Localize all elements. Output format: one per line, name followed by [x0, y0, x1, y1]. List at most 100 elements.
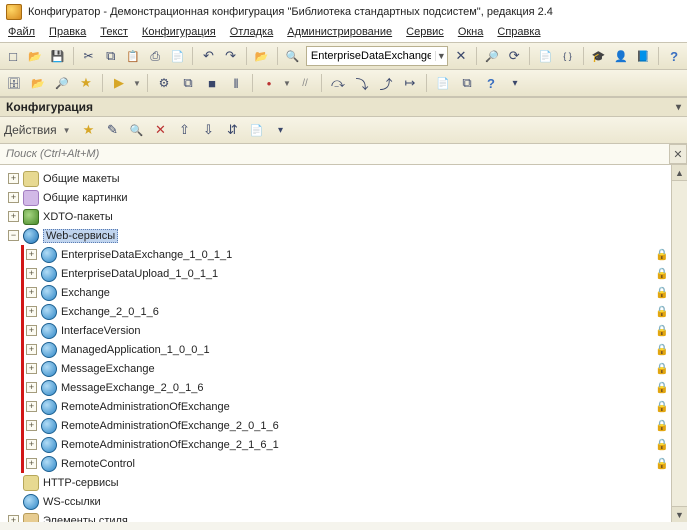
expand-icon[interactable]: +	[26, 458, 37, 469]
eval-button[interactable]	[481, 73, 501, 93]
add-button[interactable]	[79, 120, 99, 140]
goto-button[interactable]	[253, 46, 271, 66]
expand-icon[interactable]: +	[8, 192, 19, 203]
expand-icon[interactable]: +	[26, 439, 37, 450]
open-button[interactable]	[26, 46, 44, 66]
replace-button[interactable]	[505, 46, 523, 66]
tree-node[interactable]: +Общие макеты	[2, 169, 685, 188]
menu-config[interactable]: Конфигурация	[142, 26, 216, 38]
tree-node[interactable]: +MessageExchange🔒	[2, 359, 685, 378]
find-in-config-button[interactable]	[52, 73, 72, 93]
find-button[interactable]	[483, 46, 501, 66]
syntax-button[interactable]	[558, 46, 576, 66]
user-button[interactable]	[612, 46, 630, 66]
menu-debug[interactable]: Отладка	[230, 26, 273, 38]
expand-icon[interactable]: +	[26, 420, 37, 431]
print-button[interactable]	[146, 46, 164, 66]
search-dropdown-icon[interactable]: ▼	[435, 51, 447, 61]
move-down-button[interactable]	[199, 120, 219, 140]
tree-node[interactable]: +RemoteAdministrationOfExchange_2_0_1_6🔒	[2, 416, 685, 435]
menu-text[interactable]: Текст	[100, 26, 128, 38]
collapse-icon[interactable]: −	[8, 230, 19, 241]
close-icon[interactable]: ✕	[669, 144, 687, 164]
redo-button[interactable]	[222, 46, 240, 66]
menu-help[interactable]: Справка	[497, 26, 540, 38]
tree-node[interactable]: +EnterpriseDataExchange_1_0_1_1🔒	[2, 245, 685, 264]
watch-button[interactable]	[457, 73, 477, 93]
edit-button[interactable]	[103, 120, 123, 140]
compare-button[interactable]	[168, 46, 186, 66]
subsystems-button[interactable]	[247, 120, 267, 140]
stop-button[interactable]	[202, 73, 222, 93]
scroll-down-icon[interactable]: ▼	[672, 506, 687, 522]
debug-button[interactable]	[154, 73, 174, 93]
step-out-button[interactable]: ⤴	[376, 73, 396, 93]
step-over-button[interactable]: ⤼	[328, 73, 348, 93]
menu-windows[interactable]: Окна	[458, 26, 484, 38]
books-button[interactable]	[634, 46, 652, 66]
open-config-button[interactable]	[28, 73, 48, 93]
bp-dropdown-icon[interactable]: ▼	[283, 79, 291, 88]
filter-button[interactable]	[271, 120, 291, 140]
cut-button[interactable]	[79, 46, 97, 66]
perf-button[interactable]	[505, 73, 525, 93]
tree-node[interactable]: +Общие картинки	[2, 188, 685, 207]
expand-icon[interactable]: +	[26, 306, 37, 317]
tree-node[interactable]: +RemoteAdministrationOfExchange🔒	[2, 397, 685, 416]
tree-node[interactable]: +EnterpriseDataUpload_1_0_1_1🔒	[2, 264, 685, 283]
run-dropdown-icon[interactable]: ▼	[133, 79, 141, 88]
tree-node[interactable]: +XDTO-пакеты	[2, 207, 685, 226]
tutorial-button[interactable]	[590, 46, 608, 66]
paste-button[interactable]	[124, 46, 142, 66]
actions-label[interactable]: Действия	[4, 123, 57, 137]
copy-button[interactable]	[102, 46, 120, 66]
step-into-button[interactable]: ⤵	[352, 73, 372, 93]
expand-icon[interactable]: +	[8, 211, 19, 222]
undo-button[interactable]	[199, 46, 217, 66]
expand-icon[interactable]: +	[26, 344, 37, 355]
disable-bp-button[interactable]	[295, 73, 315, 93]
pause-button[interactable]	[226, 73, 246, 93]
expand-icon[interactable]: +	[26, 363, 37, 374]
tree-node[interactable]: HTTP-сервисы	[2, 473, 685, 492]
expand-icon[interactable]: +	[26, 268, 37, 279]
delete-button[interactable]	[151, 120, 171, 140]
expand-icon[interactable]: +	[26, 249, 37, 260]
move-up-button[interactable]	[175, 120, 195, 140]
tree-node[interactable]: +RemoteAdministrationOfExchange_2_1_6_1🔒	[2, 435, 685, 454]
tree-node[interactable]: +Exchange_2_0_1_6🔒	[2, 302, 685, 321]
tree-node[interactable]: −Web-сервисы	[2, 226, 685, 245]
scrollbar[interactable]: ▲ ▼	[671, 165, 687, 522]
tree-node[interactable]: +ManagedApplication_1_0_0_1🔒	[2, 340, 685, 359]
expand-icon[interactable]: +	[26, 382, 37, 393]
save-button[interactable]	[48, 46, 66, 66]
attach-button[interactable]	[178, 73, 198, 93]
stack-button[interactable]	[433, 73, 453, 93]
update-db-button[interactable]	[76, 73, 96, 93]
minimize-icon[interactable]: ▾	[676, 102, 681, 113]
actions-dropdown-icon[interactable]: ▼	[63, 126, 71, 135]
clear-search-button[interactable]	[452, 46, 470, 66]
expand-icon[interactable]: +	[8, 173, 19, 184]
tree-node[interactable]: +RemoteControl🔒	[2, 454, 685, 473]
menu-service[interactable]: Сервис	[406, 26, 444, 38]
tree-node[interactable]: WS-ссылки	[2, 492, 685, 511]
tree-node[interactable]: +Элементы стиля	[2, 511, 685, 522]
scroll-up-icon[interactable]: ▲	[672, 165, 687, 181]
sort-button[interactable]	[223, 120, 243, 140]
search-box[interactable]: ▼	[306, 46, 448, 66]
tree-search-input[interactable]	[0, 144, 669, 164]
module-button[interactable]	[536, 46, 554, 66]
search-button[interactable]	[284, 46, 302, 66]
tree-node[interactable]: +MessageExchange_2_0_1_6🔒	[2, 378, 685, 397]
menu-admin[interactable]: Администрирование	[287, 26, 392, 38]
search-input[interactable]	[307, 47, 435, 65]
help-button[interactable]	[665, 46, 683, 66]
find-node-button[interactable]	[127, 120, 147, 140]
expand-icon[interactable]: +	[26, 287, 37, 298]
expand-icon[interactable]: +	[26, 401, 37, 412]
run-button[interactable]	[109, 73, 129, 93]
expand-icon[interactable]: +	[26, 325, 37, 336]
expand-icon[interactable]: +	[8, 515, 19, 522]
tree-node[interactable]: +InterfaceVersion🔒	[2, 321, 685, 340]
